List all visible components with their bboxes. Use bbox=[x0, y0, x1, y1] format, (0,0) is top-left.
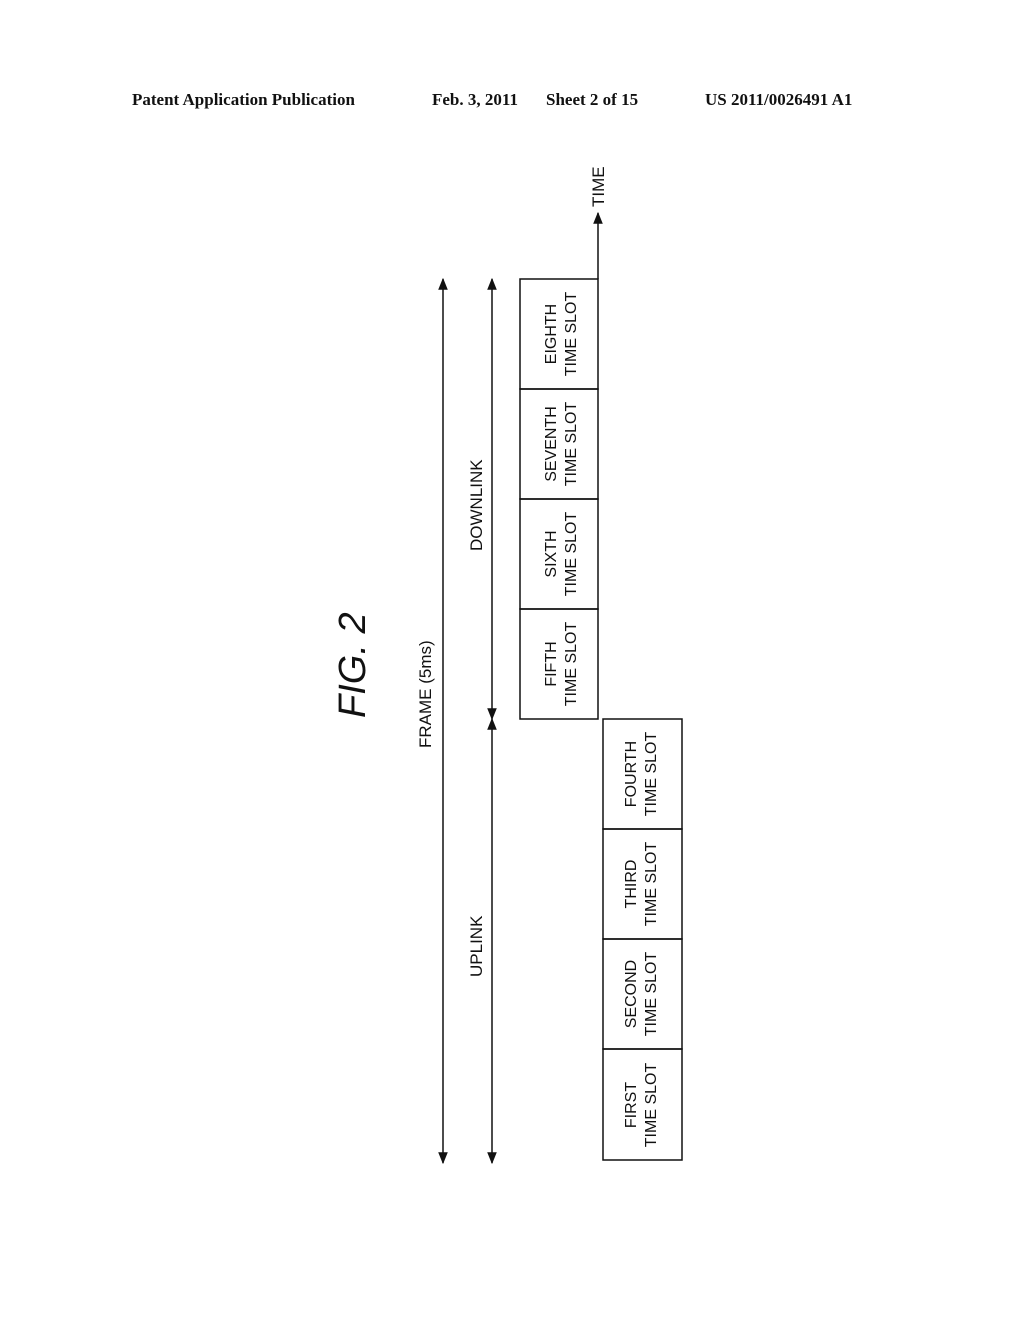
uplink-slot: FIRST TIME SLOT bbox=[602, 1048, 683, 1161]
slot-label-line1: FIRST bbox=[623, 1082, 640, 1128]
slot-label-line1: SIXTH bbox=[543, 530, 560, 577]
slot-label-line2: TIME SLOT bbox=[563, 402, 580, 487]
slot-label-line1: FOURTH bbox=[623, 741, 640, 807]
figure-title: FIG. 2 bbox=[332, 612, 374, 718]
uplink-slot: FOURTH TIME SLOT bbox=[602, 718, 683, 830]
slot-label-line2: TIME SLOT bbox=[563, 512, 580, 597]
slot-label-line1: SECOND bbox=[623, 960, 640, 1028]
slot-label-line1: SEVENTH bbox=[543, 406, 560, 482]
slot-label-line2: TIME SLOT bbox=[643, 732, 660, 817]
uplink-slot: THIRD TIME SLOT bbox=[602, 828, 683, 940]
slot-label-line2: TIME SLOT bbox=[643, 1063, 660, 1148]
slot-label-line2: TIME SLOT bbox=[563, 292, 580, 377]
slot-label-line2: TIME SLOT bbox=[563, 622, 580, 707]
slot-label-line2: TIME SLOT bbox=[643, 952, 660, 1037]
time-label: TIME bbox=[589, 166, 608, 207]
slot-label-line1: EIGHTH bbox=[543, 304, 560, 364]
figure-diagram: FIG. 2 FRAME (5ms) DOWNLINK UPLINK TIME … bbox=[332, 166, 683, 1165]
downlink-slot: FIFTH TIME SLOT bbox=[519, 608, 599, 720]
slot-label-line1: THIRD bbox=[623, 860, 640, 909]
uplink-label: UPLINK bbox=[467, 915, 486, 977]
uplink-slot: SECOND TIME SLOT bbox=[602, 938, 683, 1050]
downlink-slot: SEVENTH TIME SLOT bbox=[519, 388, 599, 500]
slot-label-line2: TIME SLOT bbox=[643, 842, 660, 927]
downlink-label: DOWNLINK bbox=[467, 459, 486, 551]
slot-label-line1: FIFTH bbox=[543, 641, 560, 686]
downlink-slot: SIXTH TIME SLOT bbox=[519, 498, 599, 610]
frame-label: FRAME (5ms) bbox=[416, 640, 435, 748]
downlink-slot: EIGHTH TIME SLOT bbox=[519, 278, 599, 390]
